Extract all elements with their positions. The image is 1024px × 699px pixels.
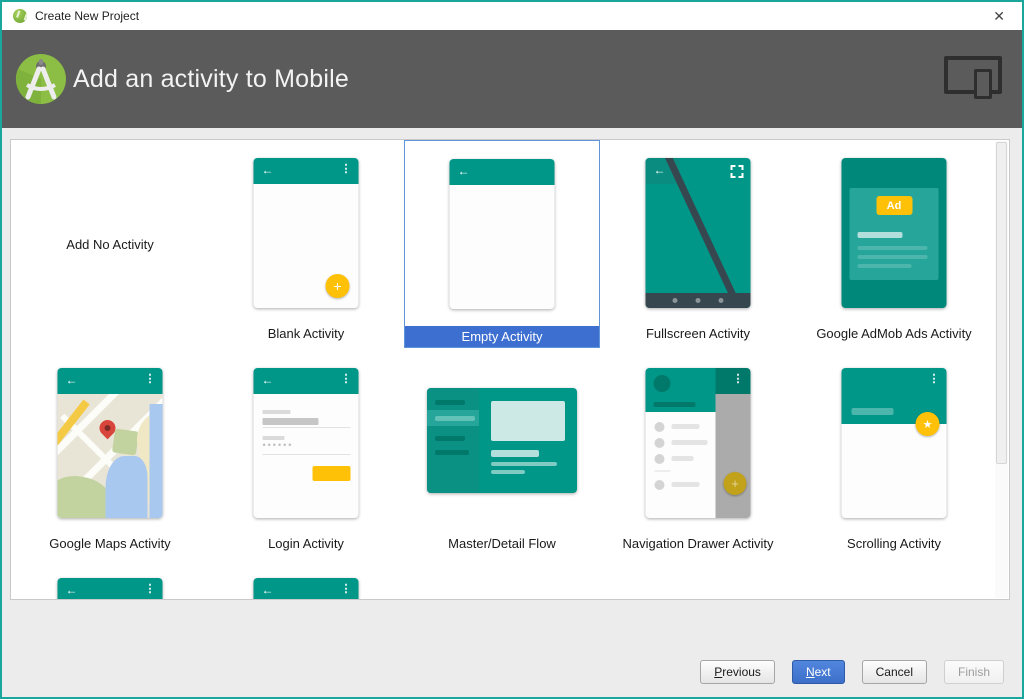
- password-dots: ••••••: [262, 440, 294, 450]
- overflow-menu-icon: ⋮: [340, 583, 352, 595]
- activity-label: Master/Detail Flow: [448, 536, 556, 551]
- activity-cell-partial-2[interactable]: ← ⋮: [208, 560, 404, 599]
- back-arrow-icon: ←: [261, 163, 274, 177]
- activity-cell-navigation-drawer-activity[interactable]: ⋮ + Navigation Drawer Activity: [600, 350, 796, 558]
- activity-cell-empty-activity[interactable]: ← Empty Activity: [404, 140, 600, 348]
- nav-bar: [645, 293, 751, 308]
- activity-label: Navigation Drawer Activity: [622, 536, 774, 551]
- back-arrow-icon: ←: [457, 164, 470, 178]
- previous-button[interactable]: Previous: [700, 660, 775, 684]
- activity-label: Google AdMob Ads Activity: [816, 326, 972, 341]
- create-new-project-dialog: Create New Project ✕ Add an activity to …: [0, 0, 1024, 699]
- activity-cell-master-detail-flow[interactable]: Master/Detail Flow: [404, 350, 600, 558]
- overflow-menu-icon: ⋮: [732, 373, 744, 385]
- activity-label: Fullscreen Activity: [645, 326, 751, 341]
- back-arrow-icon: ←: [261, 583, 274, 597]
- page-title: Add an activity to Mobile: [73, 64, 349, 93]
- activity-label: Scrolling Activity: [847, 536, 941, 551]
- appbar: ← ⋮: [253, 578, 359, 599]
- activity-cell-login-activity[interactable]: ← ⋮ •••••• Login Activity: [208, 350, 404, 558]
- appbar: ← ⋮: [57, 578, 163, 599]
- appbar: ← ⋮: [253, 158, 359, 184]
- overflow-menu-icon: ⋮: [144, 373, 156, 385]
- fab-plus-icon: +: [325, 274, 350, 298]
- activity-cell-admob-activity[interactable]: Ad Google AdMob Ads Activity: [796, 140, 992, 348]
- overflow-menu-icon: ⋮: [340, 163, 352, 175]
- activity-cell-blank-activity[interactable]: ← ⋮ + Blank Activity: [208, 140, 404, 348]
- activity-cell-partial-1[interactable]: ← ⋮: [12, 560, 208, 599]
- form-factor-mobile-icon: [944, 56, 1002, 102]
- wizard-footer: Previous Next Cancel Finish: [700, 660, 1004, 684]
- phone-icon: [974, 69, 992, 99]
- appbar: ← ⋮: [253, 368, 359, 394]
- activity-label: Google Maps Activity: [49, 536, 171, 551]
- fullscreen-activity-thumbnail: ←: [645, 158, 751, 308]
- activity-label: Add No Activity: [66, 236, 154, 252]
- admob-activity-thumbnail: Ad: [841, 158, 947, 308]
- ad-badge: Ad: [876, 196, 912, 215]
- activity-cell-fullscreen-activity[interactable]: ← Fullscreen Activity: [600, 140, 796, 348]
- partial-thumbnail: ← ⋮: [57, 578, 163, 599]
- appbar: ← ⋮: [57, 368, 163, 394]
- overflow-menu-icon: ⋮: [340, 373, 352, 385]
- back-arrow-icon: ←: [653, 163, 666, 177]
- empty-activity-thumbnail: ←: [449, 159, 555, 309]
- finish-button[interactable]: Finish: [943, 660, 1004, 684]
- overflow-menu-icon: ⋮: [144, 583, 156, 595]
- cancel-button[interactable]: Cancel: [861, 660, 927, 684]
- master-detail-thumbnail: [427, 388, 577, 493]
- login-activity-thumbnail: ← ⋮ ••••••: [253, 368, 359, 518]
- back-arrow-icon: ←: [261, 373, 274, 387]
- appbar: ⋮: [715, 368, 751, 394]
- scrollbar-thumb[interactable]: [996, 142, 1007, 464]
- activity-cell-google-maps-activity[interactable]: ← ⋮ Google Maps Activity: [12, 350, 208, 558]
- gallery-scrollbar[interactable]: [995, 141, 1008, 598]
- activity-cell-scrolling-activity[interactable]: ⋮ ★ Scrolling Activity: [796, 350, 992, 558]
- overflow-menu-icon: ⋮: [928, 373, 940, 385]
- blank-activity-thumbnail: ← ⋮ +: [253, 158, 359, 308]
- activity-label: Blank Activity: [267, 326, 345, 341]
- activity-cell-add-no-activity[interactable]: Add No Activity: [12, 140, 208, 348]
- close-icon[interactable]: ✕: [987, 6, 1011, 27]
- avatar: [653, 375, 671, 392]
- activity-gallery: Add No Activity ← ⋮ + Blank Activity ← E…: [10, 139, 1010, 600]
- map-graphic: [57, 394, 163, 518]
- android-studio-logo-icon: [15, 54, 66, 105]
- next-button[interactable]: Next: [791, 660, 845, 684]
- android-studio-icon: [13, 9, 27, 23]
- scrolling-activity-thumbnail: ⋮ ★: [841, 368, 947, 518]
- appbar: ←: [449, 159, 555, 185]
- title-bar: Create New Project ✕: [2, 2, 1022, 30]
- window-title: Create New Project: [35, 9, 140, 23]
- back-arrow-icon: ←: [65, 373, 78, 387]
- maps-activity-thumbnail: ← ⋮: [57, 368, 163, 518]
- back-arrow-icon: ←: [65, 583, 78, 597]
- wizard-header: Add an activity to Mobile: [2, 30, 1022, 128]
- fullscreen-icon: [730, 165, 744, 178]
- fab-plus-icon: +: [723, 472, 747, 495]
- activity-label: Login Activity: [268, 536, 344, 551]
- navigation-drawer-thumbnail: ⋮ +: [645, 368, 751, 518]
- selected-activity-label: Empty Activity: [405, 326, 599, 347]
- partial-thumbnail: ← ⋮: [253, 578, 359, 599]
- login-button-graphic: [312, 466, 351, 481]
- fab-star-icon: ★: [915, 412, 940, 436]
- monitor-icon: [944, 56, 1002, 94]
